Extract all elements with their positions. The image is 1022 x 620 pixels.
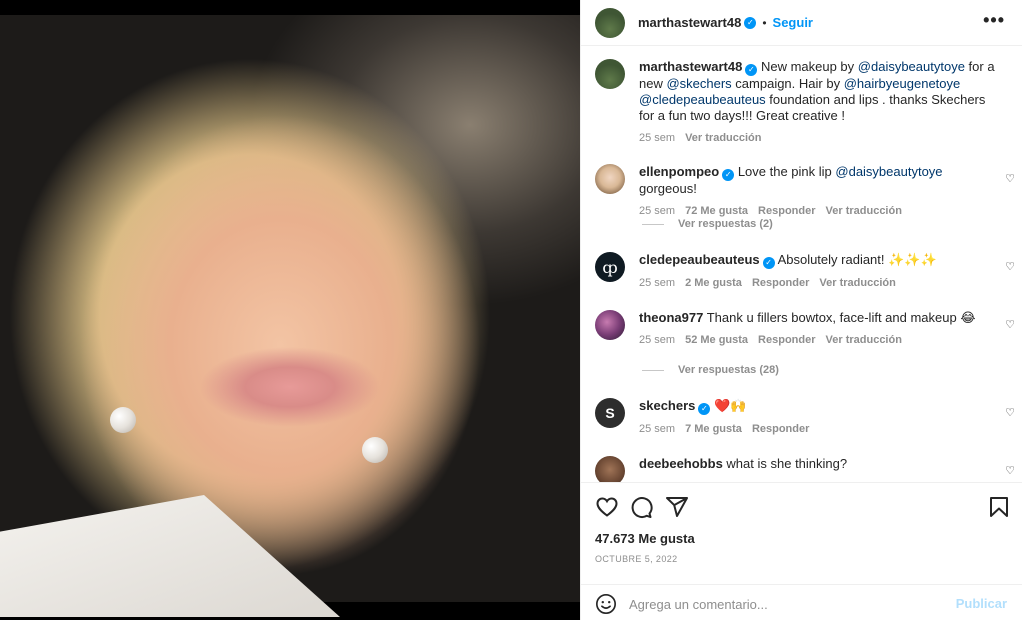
comment-item: ȹ cledepeaubeauteus ✓ Absolutely radiant!… <box>595 252 1015 291</box>
comment-username[interactable]: skechers <box>639 398 695 413</box>
view-replies-label[interactable]: Ver respuestas (28) <box>678 364 779 376</box>
verified-icon: ✓ <box>744 16 757 29</box>
comment-time[interactable]: 25 sem <box>639 275 675 291</box>
comment-time[interactable]: 25 sem <box>639 203 675 219</box>
earring-right <box>362 437 388 463</box>
separator-dot: • <box>762 15 767 30</box>
caption-item: marthastewart48 ✓ New makeup by @daisybea… <box>595 59 1015 146</box>
comment-username[interactable]: theona977 <box>639 310 703 325</box>
comment-mention[interactable]: @daisybeautytoye <box>835 164 942 179</box>
comment-input[interactable] <box>629 593 949 615</box>
translate-link[interactable]: Ver traducción <box>819 275 895 291</box>
caption-text: New makeup by <box>760 59 858 74</box>
caption-text: campaign. Hair by <box>731 76 844 91</box>
comment-avatar[interactable] <box>595 164 625 194</box>
author-username[interactable]: marthastewart48 <box>638 15 741 30</box>
comment-text: gorgeous! <box>639 181 697 196</box>
like-comment-heart-icon[interactable]: ♡ <box>1005 260 1015 273</box>
comment-avatar[interactable]: ȹ <box>595 252 625 282</box>
author-avatar[interactable] <box>595 7 625 38</box>
verified-icon: ✓ <box>762 257 775 269</box>
post-date: OCTUBRE 5, 2022 <box>595 554 678 564</box>
comment-username[interactable]: cledepeaubeauteus <box>639 252 760 267</box>
comments-list[interactable]: marthastewart48 ✓ New makeup by @daisybea… <box>581 46 1022 482</box>
follow-button[interactable]: Seguir <box>773 15 813 30</box>
comment-item: ellenpompeo ✓ Love the pink lip @daisybea… <box>595 164 1015 219</box>
translate-link[interactable]: Ver traducción <box>685 130 761 146</box>
add-comment-bar: Publicar <box>581 584 1022 620</box>
replies-line <box>642 369 664 371</box>
like-comment-heart-icon[interactable]: ♡ <box>1005 172 1015 185</box>
comment-text: Thank u fillers bowtox, face-lift and ma… <box>706 310 976 325</box>
post-photo[interactable] <box>0 0 580 620</box>
post-actions: 47.673 Me gusta OCTUBRE 5, 2022 <box>581 482 1022 572</box>
caption-mention[interactable]: @skechers <box>666 76 731 91</box>
comment-likes[interactable]: 7 Me gusta <box>685 421 742 437</box>
comment-item: deebeehobbs what is she thinking? ♡ <box>595 456 1015 482</box>
comment-likes[interactable]: 52 Me gusta <box>685 332 748 348</box>
reply-button[interactable]: Responder <box>752 421 809 437</box>
publish-button[interactable]: Publicar <box>956 596 1007 611</box>
more-icon[interactable]: ••• <box>983 10 1005 31</box>
comment-avatar[interactable] <box>595 456 625 482</box>
comment-text: Absolutely radiant! ✨✨✨ <box>777 252 937 267</box>
comment-text: Love the pink lip <box>737 164 836 179</box>
bookmark-icon[interactable] <box>987 495 1011 519</box>
like-comment-heart-icon[interactable]: ♡ <box>1005 406 1015 419</box>
caption-mention[interactable]: @hairbyeugenetoye <box>844 76 961 91</box>
view-replies[interactable]: Ver respuestas (28) <box>642 364 779 376</box>
like-comment-heart-icon[interactable]: ♡ <box>1005 318 1015 331</box>
comment-time[interactable]: 25 sem <box>639 332 675 348</box>
comment-username[interactable]: ellenpompeo <box>639 164 719 179</box>
caption-avatar[interactable] <box>595 59 625 89</box>
comment-likes[interactable]: 72 Me gusta <box>685 203 748 219</box>
comment-likes[interactable]: 2 Me gusta <box>685 275 742 291</box>
translate-link[interactable]: Ver traducción <box>826 203 902 219</box>
replies-line <box>642 223 664 225</box>
caption-mention[interactable]: @cledepeaubeauteus <box>639 92 766 107</box>
post-panel: marthastewart48 ✓ • Seguir ••• marthaste… <box>580 0 1022 620</box>
reply-button[interactable]: Responder <box>758 332 815 348</box>
earring-left <box>110 407 136 433</box>
avatar-glyph: S <box>605 405 615 421</box>
translate-link[interactable]: Ver traducción <box>826 332 902 348</box>
caption-username[interactable]: marthastewart48 <box>639 59 742 74</box>
comment-item: theona977 Thank u fillers bowtox, face-l… <box>595 310 1015 348</box>
comment-time[interactable]: 25 sem <box>639 421 675 437</box>
view-replies[interactable]: Ver respuestas (2) <box>642 218 773 230</box>
heart-icon[interactable] <box>595 495 619 519</box>
view-replies-label[interactable]: Ver respuestas (2) <box>678 218 773 230</box>
shirt-shape <box>0 495 340 617</box>
verified-icon: ✓ <box>698 403 711 415</box>
post-header: marthastewart48 ✓ • Seguir ••• <box>581 0 1022 46</box>
reply-button[interactable]: Responder <box>752 275 809 291</box>
like-count[interactable]: 47.673 Me gusta <box>595 531 695 546</box>
caption-mention[interactable]: @daisybeautytoye <box>858 59 965 74</box>
share-icon[interactable] <box>665 495 689 519</box>
comment-item: S skechers ✓ ❤️🙌 25 sem 7 Me gusta Respon… <box>595 398 1015 437</box>
reply-button[interactable]: Responder <box>758 203 815 219</box>
comment-avatar[interactable]: S <box>595 398 625 428</box>
avatar-glyph: ȹ <box>602 257 618 277</box>
comment-text: what is she thinking? <box>726 456 848 471</box>
verified-icon: ✓ <box>745 64 758 76</box>
verified-icon: ✓ <box>722 169 735 181</box>
like-comment-heart-icon[interactable]: ♡ <box>1005 464 1015 477</box>
comment-icon[interactable] <box>629 495 653 519</box>
comment-username[interactable]: deebeehobbs <box>639 456 723 471</box>
comment-text: ❤️🙌 <box>714 398 747 413</box>
comment-avatar[interactable] <box>595 310 625 340</box>
caption-time[interactable]: 25 sem <box>639 130 675 146</box>
post-image <box>0 15 580 617</box>
emoji-icon[interactable] <box>595 593 617 615</box>
